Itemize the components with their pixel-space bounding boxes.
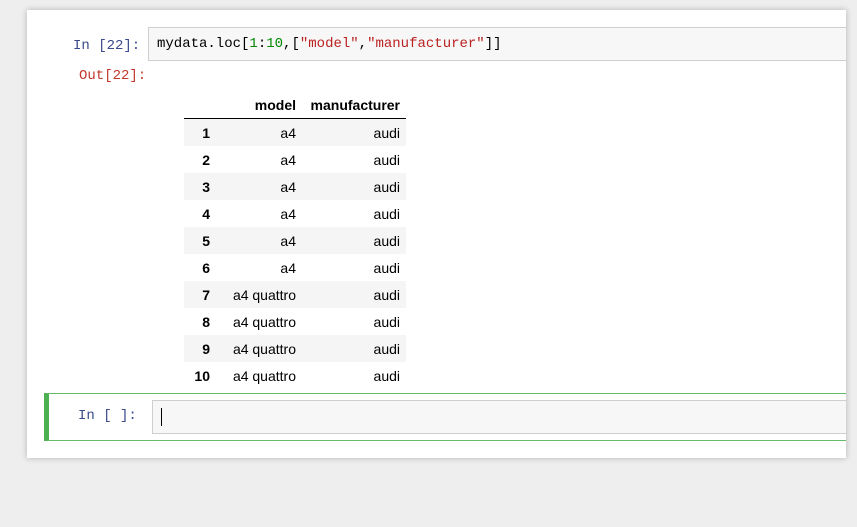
- code-token: ,[: [283, 36, 300, 52]
- table-row: 1 a4 audi: [184, 118, 406, 146]
- cell-model: a4: [280, 232, 296, 249]
- row-index: 6: [202, 259, 210, 276]
- cell-manufacturer: audi: [373, 286, 400, 303]
- cell-manufacturer: audi: [373, 178, 400, 195]
- jupyter-window: In [22]: mydata.loc[1:10,["model","manuf…: [0, 0, 857, 527]
- row-index: 9: [202, 340, 210, 357]
- row-index: 3: [202, 178, 210, 195]
- cell-manufacturer: audi: [373, 232, 400, 249]
- cell-model: a4 quattro: [232, 286, 296, 303]
- code-token: :: [257, 36, 267, 52]
- table-row: 10 a4 quattro audi: [184, 362, 406, 389]
- row-index: 5: [202, 232, 210, 249]
- cell-manufacturer: audi: [373, 124, 400, 141]
- input-prompt: In [22]:: [73, 38, 141, 54]
- cell-model: a4: [280, 151, 296, 168]
- code-token-string: "model": [299, 36, 359, 52]
- table-header-row: model manufacturer: [184, 92, 406, 119]
- cell-manufacturer: audi: [373, 367, 400, 384]
- code-cell-22[interactable]: In [22]: mydata.loc[1:10,["model","manuf…: [27, 27, 846, 73]
- cell-model: a4: [280, 178, 296, 195]
- table-row: 9 a4 quattro audi: [184, 335, 406, 362]
- cell-model: a4: [280, 124, 296, 141]
- code-token: ]]: [484, 36, 502, 52]
- code-token: ,: [358, 36, 368, 52]
- text-cursor: [161, 408, 162, 426]
- code-token: mydata.loc[: [157, 36, 250, 52]
- table-row: 3 a4 audi: [184, 173, 406, 200]
- column-header-model: model: [220, 92, 302, 119]
- cell-manufacturer: audi: [373, 205, 400, 222]
- row-index: 10: [194, 367, 210, 384]
- code-token-number: 10: [266, 36, 284, 52]
- selected-code-cell[interactable]: In [ ]:: [44, 393, 846, 441]
- cell-manufacturer: audi: [373, 340, 400, 357]
- row-index: 2: [202, 151, 210, 168]
- table-row: 4 a4 audi: [184, 200, 406, 227]
- row-index: 1: [202, 124, 210, 141]
- table-row: 2 a4 audi: [184, 146, 406, 173]
- code-token-number: 1: [249, 36, 258, 52]
- code-token-string: "manufacturer": [367, 36, 485, 52]
- dataframe-output: model manufacturer 1 a4 audi 2 a4 audi 3 a4 au…: [184, 92, 406, 389]
- table-row: 5 a4 audi: [184, 227, 406, 254]
- cell-manufacturer: audi: [373, 313, 400, 330]
- row-index: 4: [202, 205, 210, 222]
- table-row: 7 a4 quattro audi: [184, 281, 406, 308]
- cell-model: a4: [280, 259, 296, 276]
- cell-model: a4 quattro: [232, 313, 296, 330]
- cell-model: a4: [280, 205, 296, 222]
- code-editor[interactable]: [152, 400, 846, 434]
- code-line: mydata.loc[1:10,["model","manufacturer"]…: [157, 36, 502, 52]
- input-prompt: In [ ]:: [78, 408, 137, 424]
- row-index: 8: [202, 313, 210, 330]
- index-header: [184, 92, 220, 119]
- output-prompt: Out[22]:: [79, 68, 147, 84]
- table-row: 6 a4 audi: [184, 254, 406, 281]
- table-row: 8 a4 quattro audi: [184, 308, 406, 335]
- code-editor[interactable]: mydata.loc[1:10,["model","manufacturer"]…: [148, 27, 846, 61]
- row-index: 7: [202, 286, 210, 303]
- cell-model: a4 quattro: [232, 367, 296, 384]
- column-header-manufacturer: manufacturer: [302, 92, 406, 119]
- notebook-container: In [22]: mydata.loc[1:10,["model","manuf…: [27, 10, 846, 458]
- cell-model: a4 quattro: [232, 340, 296, 357]
- cell-manufacturer: audi: [373, 151, 400, 168]
- cell-manufacturer: audi: [373, 259, 400, 276]
